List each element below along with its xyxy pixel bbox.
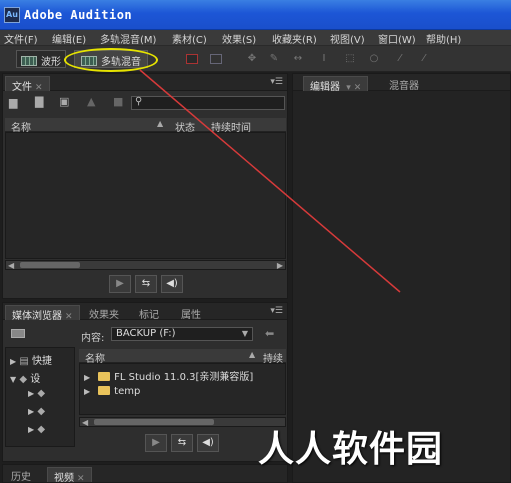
annotation-arrow: [139, 69, 401, 293]
annotation-line: [139, 69, 401, 293]
watermark-text: 人人软件园: [258, 429, 444, 470]
